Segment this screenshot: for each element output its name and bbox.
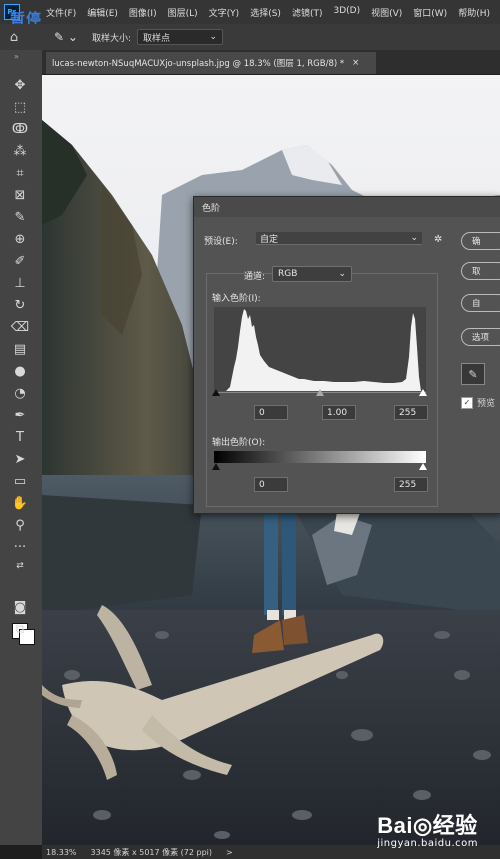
chevron-down-icon: ⌄ [410, 233, 418, 243]
output-black-field[interactable]: 0 [254, 477, 288, 492]
menu-filter[interactable]: 滤镜(T) [292, 6, 323, 19]
menu-type[interactable]: 文字(Y) [209, 6, 240, 19]
home-icon[interactable]: ⌂ [0, 30, 28, 45]
brush-tool-icon[interactable]: ✐ [10, 252, 30, 270]
history-brush-icon[interactable]: ↻ [10, 296, 30, 314]
eyedropper-icon[interactable]: ✎ [461, 363, 485, 385]
document-tab-title: lucas-newton-NSuqMACUXjo-unsplash.jpg @ … [52, 59, 345, 69]
input-white-handle[interactable] [419, 389, 427, 396]
menu-items: 文件(F) 编辑(E) 图像(I) 图层(L) 文字(Y) 选择(S) 滤镜(T… [46, 6, 490, 19]
input-gamma-handle[interactable] [316, 389, 324, 396]
more-tools-icon[interactable]: ··· [10, 538, 30, 556]
menu-file[interactable]: 文件(F) [46, 6, 76, 19]
input-black-handle[interactable] [212, 389, 220, 396]
preset-select[interactable]: 自定 ⌄ [256, 232, 422, 245]
document-tab[interactable]: lucas-newton-NSuqMACUXjo-unsplash.jpg @ … [46, 52, 376, 74]
menu-3d[interactable]: 3D(D) [333, 6, 360, 19]
preset-value: 自定 [260, 234, 279, 245]
preset-label: 预设(E): [204, 237, 238, 247]
input-levels-label: 输入色阶(I): [212, 294, 261, 304]
options-bar: ⌂ ✎ ⌄ 取样大小: 取样点 ⌄ [0, 24, 500, 51]
menu-layer[interactable]: 图层(L) [168, 6, 198, 19]
input-black-field[interactable]: 0 [254, 405, 288, 420]
chevron-down-icon: ⌄ [338, 269, 346, 279]
output-levels-label: 输出色阶(O): [212, 438, 266, 448]
eyedropper-tool-icon[interactable]: ✎ ⌄ [54, 30, 78, 44]
menu-view[interactable]: 视图(V) [371, 6, 402, 19]
magic-wand-tool-icon[interactable]: ⁂ [10, 142, 30, 160]
baidu-logo: Bai◎经验 [377, 813, 478, 838]
path-select-icon[interactable]: ➤ [10, 450, 30, 468]
pen-tool-icon[interactable]: ✒ [10, 406, 30, 424]
dialog-title: 色阶 [194, 197, 500, 217]
options-button[interactable]: 选项 [461, 328, 500, 346]
zoom-tool-icon[interactable]: ⚲ [10, 516, 30, 534]
histogram [214, 307, 426, 391]
lasso-tool-icon[interactable]: ↂ [10, 120, 30, 138]
input-gamma-field[interactable]: 1.00 [322, 405, 356, 420]
baidu-watermark: Bai◎经验 jingyan.baidu.com [377, 808, 478, 849]
frame-tool-icon[interactable]: ⊠ [10, 186, 30, 204]
marquee-tool-icon[interactable]: ⬚ [10, 98, 30, 116]
healing-brush-icon[interactable]: ⊕ [10, 230, 30, 248]
auto-button[interactable]: 自 [461, 294, 500, 312]
collapse-icon[interactable]: » [14, 52, 19, 61]
watermark-site: jingyan.baidu.com [377, 838, 478, 849]
preview-label: 预览 [477, 399, 496, 409]
default-colors-icon[interactable]: ⇄ [10, 557, 30, 575]
menu-image[interactable]: 图像(I) [129, 6, 157, 19]
document-size: 3345 像素 x 5017 像素 (72 ppi) [90, 847, 213, 857]
cancel-button[interactable]: 取 [461, 262, 500, 280]
hand-tool-icon[interactable]: ✋ [10, 494, 30, 512]
sample-size-select[interactable]: 取样点 ⌄ [136, 29, 223, 45]
sample-size-value: 取样点 [142, 33, 170, 44]
preview-checkbox[interactable]: ✓ 预览 [461, 396, 495, 409]
channel-label: 通道: [244, 272, 266, 282]
checkbox-checked-icon[interactable]: ✓ [461, 396, 473, 409]
status-arrow-icon[interactable]: > [226, 848, 233, 857]
output-white-handle[interactable] [419, 463, 427, 470]
stamp-tool-icon[interactable]: ⊥ [10, 274, 30, 292]
zoom-level[interactable]: 18.33% [46, 848, 77, 857]
close-icon[interactable]: × [352, 58, 359, 68]
input-white-field[interactable]: 255 [394, 405, 428, 420]
eraser-tool-icon[interactable]: ⌫ [10, 318, 30, 336]
sample-size-label: 取样大小: [91, 33, 131, 44]
document-tab-bar: lucas-newton-NSuqMACUXjo-unsplash.jpg @ … [42, 50, 500, 75]
rectangle-tool-icon[interactable]: ▭ [10, 472, 30, 490]
menu-select[interactable]: 选择(S) [250, 6, 281, 19]
dodge-tool-icon[interactable]: ◔ [10, 384, 30, 402]
menu-edit[interactable]: 编辑(E) [87, 6, 118, 19]
ok-button[interactable]: 确 [461, 232, 500, 250]
menu-bar: Ps 暂停 文件(F) 编辑(E) 图像(I) 图层(L) 文字(Y) 选择(S… [0, 0, 500, 28]
blur-tool-icon[interactable]: ● [10, 362, 30, 380]
output-black-handle[interactable] [212, 463, 220, 470]
menu-help[interactable]: 帮助(H) [458, 6, 490, 19]
channel-value: RGB [278, 269, 298, 279]
screen-mode-icon[interactable]: ⧉ [10, 620, 30, 638]
quick-mask-icon[interactable]: ◙ [10, 598, 30, 616]
type-tool-icon[interactable]: T [10, 428, 30, 446]
output-gradient [214, 451, 426, 463]
tools-panel: » ✥ ⬚ ↂ ⁂ ⌗ ⊠ ✎ ⊕ ✐ ⊥ ↻ ⌫ ▤ ● ◔ ✒ T ➤ ▭ … [0, 50, 43, 845]
menu-window[interactable]: 窗口(W) [413, 6, 447, 19]
crop-tool-icon[interactable]: ⌗ [10, 164, 30, 182]
move-tool-icon[interactable]: ✥ [10, 76, 30, 94]
gear-icon[interactable]: ✲ [434, 234, 442, 245]
channel-select[interactable]: RGB ⌄ [272, 266, 352, 282]
eyedropper-icon[interactable]: ✎ [10, 208, 30, 226]
output-white-field[interactable]: 255 [394, 477, 428, 492]
levels-dialog: 色阶 预设(E): 自定 ⌄ ✲ 通道: RGB ⌄ 输入色阶(I): 0 1.… [193, 196, 500, 514]
chevron-down-icon: ⌄ [209, 32, 217, 42]
gradient-tool-icon[interactable]: ▤ [10, 340, 30, 358]
